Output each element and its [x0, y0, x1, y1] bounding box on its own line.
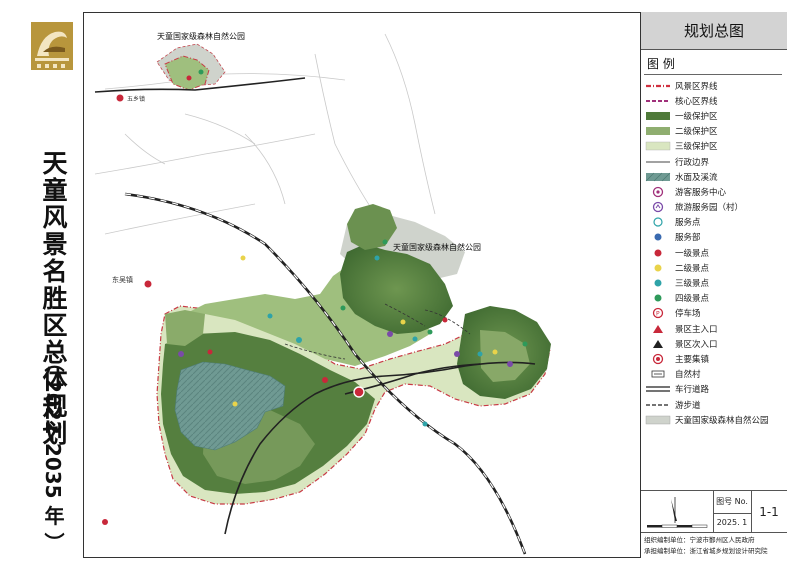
legend-item-admin-boundary: 行政边界 [645, 154, 785, 169]
legend-divider [644, 74, 782, 75]
legend-label: 核心区界线 [675, 96, 718, 107]
legend-item-main-entrance: 景区主入口 [645, 321, 785, 336]
legend-item-level1-protect: 一级保护区 [645, 108, 785, 123]
legend-label: 自然村 [675, 370, 701, 381]
legend-label: 停车场 [675, 309, 701, 320]
scale-bar [641, 491, 714, 533]
service-dept-icon [653, 232, 663, 242]
legend-item-village: 自然村 [645, 367, 785, 382]
town-icon [652, 353, 664, 365]
legend-item-forest-park: 天童国家级森林自然公园 [645, 412, 785, 427]
legend-panel: 规划总图 图 例 风景区界线核心区界线一级保护区二级保护区三级保护区行政边界水面… [640, 12, 787, 558]
legend-item-water: 水面及溪流 [645, 169, 785, 184]
trail-icon [646, 403, 670, 406]
legend-item-spot-3: 三级景点 [645, 275, 785, 290]
admin-boundary-icon [646, 161, 670, 163]
label-forest-park-mid: 天童国家级森林自然公园 [393, 242, 481, 252]
legend-item-service-dept: 服务部 [645, 230, 785, 245]
legend-label: 主要集镇 [675, 354, 710, 365]
drawing-no-label: 图号 No. [713, 491, 752, 514]
village-icon [651, 370, 665, 378]
scenic-boundary-icon [646, 84, 670, 87]
legend-item-town: 主要集镇 [645, 351, 785, 366]
drawing-info: 图号 No. 2025. 1 1-1 [641, 490, 787, 533]
legend-label: 景区次入口 [675, 339, 718, 350]
legend-label: 水面及溪流 [675, 172, 718, 183]
svg-text:P: P [656, 311, 660, 318]
parking-icon: P [652, 308, 664, 319]
legend-label: 游步道 [675, 400, 701, 411]
vertical-title-years: （ 2022-2035 年 ） [41, 352, 65, 553]
legend-item-parking: P 停车场 [645, 306, 785, 321]
panel-title: 规划总图 [641, 12, 787, 50]
legend-item-trail: 游步道 [645, 397, 785, 412]
credits: 组织编制单位：宁波市鄞州区人民政府 承担编制单位：浙江省城乡规划设计研究院 [641, 532, 787, 558]
base-roads [94, 33, 436, 235]
label-forest-park-north: 天童国家级森林自然公园 [157, 31, 245, 41]
legend-item-road: 车行道路 [645, 382, 785, 397]
legend-heading: 图 例 [647, 57, 675, 71]
legend-item-level3-protect: 三级保护区 [645, 139, 785, 154]
legend-item-spot-4: 四级景点 [645, 291, 785, 306]
legend-label: 一级保护区 [675, 111, 718, 122]
legend-label: 景区主入口 [675, 324, 718, 335]
legend-label: 二级景点 [675, 263, 710, 274]
sub-entrance-icon [653, 339, 663, 348]
spot-2-icon [653, 263, 663, 273]
service-point-icon [653, 217, 663, 227]
drawing-date: 2025. 1 [713, 513, 752, 533]
level1-protect-icon [646, 111, 670, 120]
spot-3-icon [653, 278, 663, 288]
legend-label: 车行道路 [675, 385, 710, 396]
spot-1-icon [653, 248, 663, 258]
main-entrance-icon [653, 324, 663, 333]
legend-label: 游客服务中心 [675, 187, 727, 198]
legend-label: 四级景点 [675, 294, 710, 305]
legend-label: 旅游服务园（村） [675, 203, 744, 214]
legend-item-tourism-village: 旅游服务园（村） [645, 200, 785, 215]
legend-item-service-point: 服务点 [645, 215, 785, 230]
forest-park-icon [645, 415, 671, 424]
legend-label: 一级景点 [675, 248, 710, 259]
legend-item-spot-2: 二级景点 [645, 260, 785, 275]
spot-4-icon [653, 293, 663, 303]
level3-protect-icon [645, 142, 671, 151]
legend-list: 风景区界线核心区界线一级保护区二级保护区三级保护区行政边界水面及溪流游客服务中心… [645, 78, 785, 427]
level2-protect-icon [646, 127, 670, 136]
legend-label: 三级景点 [675, 279, 710, 290]
credit-designer: 承担编制单位：浙江省城乡规划设计研究院 [644, 547, 768, 555]
legend-label: 服务部 [675, 233, 701, 244]
legend-label: 服务点 [675, 218, 701, 229]
legend-item-core-boundary: 核心区界线 [645, 93, 785, 108]
legend-item-scenic-boundary: 风景区界线 [645, 78, 785, 93]
logo-icon [31, 22, 73, 70]
label-town-wuxiang: 五乡镇 [127, 95, 145, 103]
legend-label: 天童国家级森林自然公园 [675, 415, 769, 426]
legend-label: 行政边界 [675, 157, 710, 168]
legend-item-sub-entrance: 景区次入口 [645, 336, 785, 351]
map-canvas[interactable]: 天童国家级森林自然公园 天童国家级森林自然公园 五乡镇 东吴镇 [85, 14, 640, 556]
water-icon [645, 172, 671, 181]
legend-label: 三级保护区 [675, 142, 718, 153]
legend-item-spot-1: 一级景点 [645, 245, 785, 260]
tourism-village-icon [652, 201, 664, 213]
legend-item-visitor-center: 游客服务中心 [645, 184, 785, 199]
drawing-number: 1-1 [759, 505, 779, 519]
legend-label: 二级保护区 [675, 127, 718, 138]
credit-organizer: 组织编制单位：宁波市鄞州区人民政府 [644, 536, 755, 544]
visitor-center-icon [652, 186, 664, 198]
road-icon [646, 386, 670, 392]
label-town-dongwu: 东吴镇 [112, 275, 133, 284]
legend-label: 风景区界线 [675, 81, 718, 92]
legend-item-level2-protect: 二级保护区 [645, 124, 785, 139]
core-boundary-icon [646, 99, 670, 102]
